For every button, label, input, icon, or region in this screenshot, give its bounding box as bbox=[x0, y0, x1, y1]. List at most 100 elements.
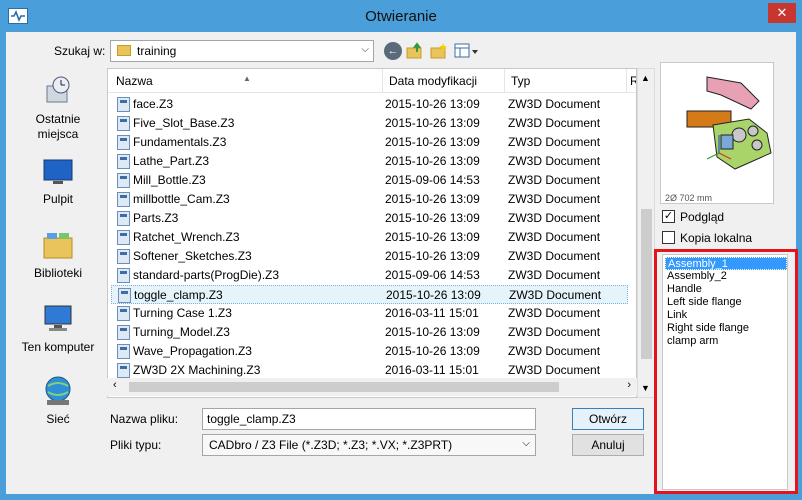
z3-file-icon bbox=[117, 116, 130, 131]
part-item[interactable]: Handle bbox=[665, 283, 787, 296]
file-list-vertical-scrollbar[interactable]: ▲ ▼ bbox=[637, 68, 655, 398]
part-item[interactable]: Link bbox=[665, 309, 787, 322]
part-item[interactable]: Left side flange bbox=[665, 296, 787, 309]
file-name: Lathe_Part.Z3 bbox=[133, 154, 210, 168]
sort-ascending-icon: ▲ bbox=[243, 74, 251, 83]
scroll-right-icon[interactable]: › bbox=[627, 379, 631, 391]
column-divider[interactable] bbox=[504, 69, 505, 93]
file-row[interactable]: toggle_clamp.Z3 2015-10-26 13:09 ZW3D Docu… bbox=[111, 285, 628, 304]
file-date: 2015-10-26 13:09 bbox=[385, 116, 480, 130]
file-type: ZW3D Document bbox=[508, 230, 601, 244]
column-header-name[interactable]: Nazwa bbox=[116, 74, 153, 88]
z3-file-icon bbox=[117, 306, 130, 321]
z3-file-icon bbox=[118, 288, 131, 303]
z3-file-icon bbox=[117, 363, 130, 378]
file-name: Five_Slot_Base.Z3 bbox=[133, 116, 235, 130]
column-header-type[interactable]: Typ bbox=[511, 74, 530, 88]
parts-list[interactable]: Assembly_1 Assembly_2 Handle Left side flan… bbox=[662, 254, 788, 490]
file-date: 2015-10-26 13:09 bbox=[385, 154, 480, 168]
preview-pane: 2Ø 702 mm bbox=[660, 62, 774, 204]
z3-file-icon bbox=[117, 135, 130, 150]
file-type: ZW3D Document bbox=[508, 211, 601, 225]
part-item[interactable]: Right side flange bbox=[665, 322, 787, 335]
file-row[interactable]: Wave_Propagation.Z3 2015-10-26 13:09 ZW3D … bbox=[111, 342, 628, 361]
filetype-select[interactable]: CADbro / Z3 File (*.Z3D; *.Z3; *.VX; *.Z… bbox=[202, 434, 536, 456]
file-name: face.Z3 bbox=[133, 97, 174, 111]
file-date: 2015-10-26 13:09 bbox=[385, 230, 480, 244]
z3-file-icon bbox=[117, 192, 130, 207]
column-header-size[interactable]: R bbox=[630, 74, 636, 88]
file-row[interactable]: Five_Slot_Base.Z3 2015-10-26 13:09 ZW3D Do… bbox=[111, 114, 628, 133]
file-row[interactable]: standard-parts(ProgDie).Z3 2015-09-06 14:… bbox=[111, 266, 628, 285]
file-row[interactable]: Ratchet_Wrench.Z3 2015-10-26 13:09 ZW3D Do… bbox=[111, 228, 628, 247]
column-divider[interactable] bbox=[626, 69, 627, 93]
scroll-down-icon[interactable]: ▼ bbox=[641, 383, 650, 393]
filetype-label: Pliki typu: bbox=[110, 438, 162, 452]
new-folder-icon[interactable] bbox=[430, 42, 448, 60]
place-label: Sieć bbox=[46, 412, 70, 426]
part-item[interactable]: Assembly_2 bbox=[665, 270, 787, 283]
file-list[interactable]: ▲ Nazwa Data modyfikacji Typ R face.Z3 20… bbox=[107, 68, 637, 398]
scroll-thumb[interactable] bbox=[641, 209, 652, 359]
local-copy-checkbox[interactable] bbox=[662, 231, 675, 244]
up-folder-icon[interactable] bbox=[406, 42, 424, 60]
close-button[interactable]: ✕ bbox=[768, 3, 796, 23]
column-header-date[interactable]: Data modyfikacji bbox=[389, 74, 477, 88]
file-type: ZW3D Document bbox=[508, 173, 601, 187]
filename-label: Nazwa pliku: bbox=[110, 412, 179, 426]
local-copy-checkbox-label: Kopia lokalna bbox=[680, 231, 753, 245]
file-name: millbottle_Cam.Z3 bbox=[133, 192, 230, 206]
z3-file-icon bbox=[117, 325, 130, 340]
part-item[interactable]: Assembly_1 bbox=[665, 257, 787, 270]
file-type: ZW3D Document bbox=[508, 135, 601, 149]
place-libraries[interactable]: Biblioteki bbox=[12, 228, 104, 280]
filetype-value: CADbro / Z3 File (*.Z3D; *.Z3; *.VX; *.Z… bbox=[209, 438, 453, 452]
file-type: ZW3D Document bbox=[508, 116, 601, 130]
place-recent[interactable]: Ostatnie miejsca bbox=[12, 74, 104, 142]
column-divider[interactable] bbox=[382, 69, 383, 93]
open-button[interactable]: Otwórz bbox=[572, 408, 644, 430]
scroll-up-icon[interactable]: ▲ bbox=[641, 73, 650, 83]
scroll-left-icon[interactable]: ‹ bbox=[113, 379, 117, 391]
view-menu-icon[interactable] bbox=[454, 42, 480, 60]
file-list-horizontal-scrollbar[interactable]: ‹ › bbox=[107, 378, 637, 396]
file-row[interactable]: Mill_Bottle.Z3 2015-09-06 14:53 ZW3D Docum… bbox=[111, 171, 628, 190]
file-name: toggle_clamp.Z3 bbox=[134, 288, 223, 302]
place-label: Ostatnie miejsca bbox=[35, 112, 81, 141]
file-date: 2016-03-11 15:01 bbox=[385, 363, 479, 377]
computer-icon bbox=[41, 302, 75, 336]
place-desktop[interactable]: Pulpit bbox=[12, 154, 104, 206]
file-row[interactable]: Lathe_Part.Z3 2015-10-26 13:09 ZW3D Docume… bbox=[111, 152, 628, 171]
preview-checkbox[interactable]: ✓ bbox=[662, 210, 675, 223]
place-computer[interactable]: Ten komputer bbox=[12, 302, 104, 354]
file-row[interactable]: Fundamentals.Z3 2015-10-26 13:09 ZW3D Docu… bbox=[111, 133, 628, 152]
file-row[interactable]: Turning_Model.Z3 2015-10-26 13:09 ZW3D Doc… bbox=[111, 323, 628, 342]
cancel-button[interactable]: Anuluj bbox=[572, 434, 644, 456]
file-type: ZW3D Document bbox=[508, 154, 601, 168]
file-row[interactable]: Softener_Sketches.Z3 2015-10-26 13:09 ZW3D… bbox=[111, 247, 628, 266]
chevron-down-icon[interactable]: ⌵ bbox=[361, 44, 369, 55]
file-name: Ratchet_Wrench.Z3 bbox=[133, 230, 240, 244]
file-date: 2015-10-26 13:09 bbox=[385, 211, 480, 225]
z3-file-icon bbox=[117, 211, 130, 226]
chevron-down-icon[interactable]: ⌵ bbox=[522, 438, 530, 449]
scroll-thumb[interactable] bbox=[129, 382, 559, 392]
file-date: 2016-03-11 15:01 bbox=[385, 306, 479, 320]
places-bar: Ostatnie miejsca Pulpit Biblioteki Ten k… bbox=[12, 68, 104, 426]
z3-file-icon bbox=[117, 268, 130, 283]
place-network[interactable]: Sieć bbox=[12, 374, 104, 426]
part-item[interactable]: clamp arm bbox=[665, 335, 787, 348]
look-in-value: training bbox=[137, 44, 177, 58]
file-row[interactable]: face.Z3 2015-10-26 13:09 ZW3D Document bbox=[111, 95, 628, 114]
look-in-combobox[interactable]: training ⌵ bbox=[110, 40, 374, 62]
file-row[interactable]: Parts.Z3 2015-10-26 13:09 ZW3D Document bbox=[111, 209, 628, 228]
file-type: ZW3D Document bbox=[508, 363, 601, 377]
back-arrow-icon[interactable]: ← bbox=[384, 42, 402, 60]
z3-file-icon bbox=[117, 97, 130, 112]
file-date: 2015-10-26 13:09 bbox=[385, 135, 480, 149]
title-bar[interactable]: Otwieranie ✕ bbox=[0, 0, 802, 32]
file-row[interactable]: millbottle_Cam.Z3 2015-10-26 13:09 ZW3D Do… bbox=[111, 190, 628, 209]
file-row[interactable]: Turning Case 1.Z3 2016-03-11 15:01 ZW3D Do… bbox=[111, 304, 628, 323]
check-icon: ✓ bbox=[663, 210, 674, 222]
filename-input[interactable]: toggle_clamp.Z3 bbox=[202, 408, 536, 430]
